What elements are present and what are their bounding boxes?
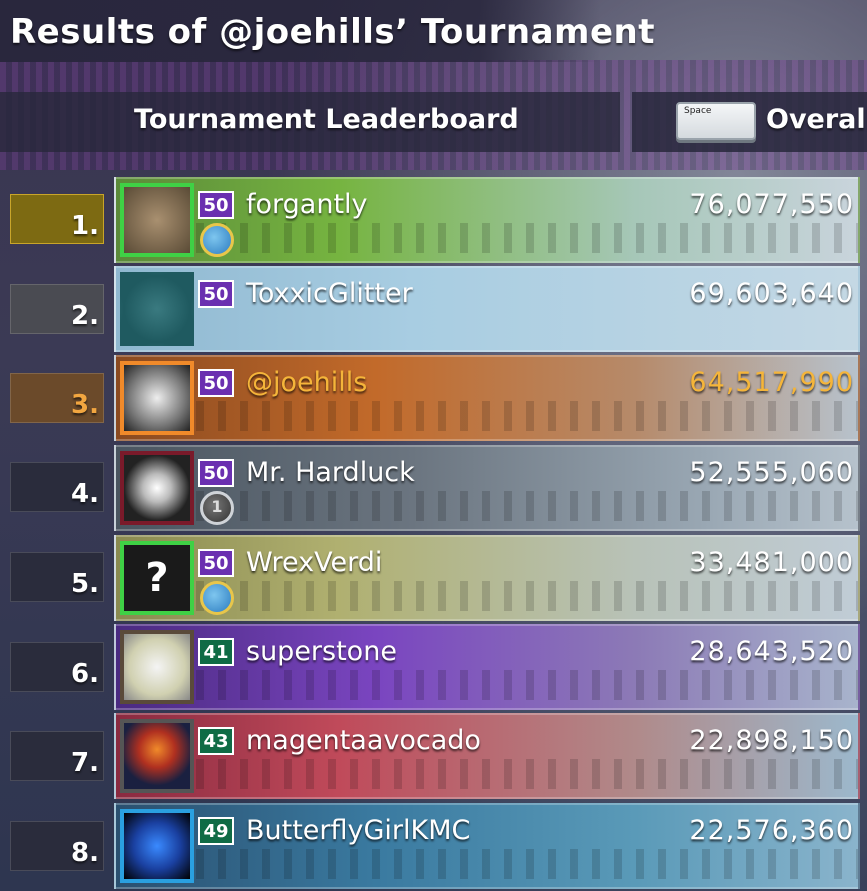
level-badge: 50 [198, 369, 234, 397]
level-badge: 50 [198, 280, 234, 308]
player-score: 33,481,000 [689, 547, 854, 578]
player-score: 69,603,640 [689, 278, 854, 309]
question-mark-icon: ? [120, 541, 194, 615]
skeleton-dice-icon [120, 361, 194, 435]
row-decoration [196, 759, 858, 789]
rank-number: 2. [71, 301, 99, 331]
rank-number: 8. [71, 838, 99, 868]
rank-box: 5. [10, 552, 104, 602]
rank-box: 7. [10, 731, 104, 781]
player-score: 22,576,360 [689, 815, 854, 846]
rank-box: 2. [10, 284, 104, 334]
rank-number: 5. [71, 569, 99, 599]
silver-1-badge-icon [200, 491, 234, 525]
player-name: magentaavocado [246, 725, 481, 756]
rank-box: 6. [10, 642, 104, 692]
rank-box: 4. [10, 462, 104, 512]
orange-orb-figure-icon [120, 719, 194, 793]
rank-box: 8. [10, 821, 104, 871]
level-badge: 50 [198, 549, 234, 577]
player-name: Mr. Hardluck [246, 457, 415, 488]
rank-box: 3. [10, 373, 104, 423]
row-decoration [196, 849, 858, 879]
player-score: 76,077,550 [689, 189, 854, 220]
skull-tophat-icon [120, 451, 194, 525]
player-score: 28,643,520 [689, 636, 854, 667]
level-badge: 43 [198, 727, 234, 755]
player-name: ButterflyGirlKMC [246, 815, 471, 846]
leaderboard-row[interactable]: ? 50 WrexVerdi 33,481,000 [114, 535, 860, 621]
key-hint-label: Space [684, 106, 712, 116]
leaderboard-row[interactable]: 43 magentaavocado 22,898,150 [114, 713, 860, 799]
rank-number: 1. [71, 211, 99, 241]
row-decoration [196, 401, 858, 431]
leaderboard-title: Tournament Leaderboard [134, 104, 519, 135]
level-badge: 41 [198, 638, 234, 666]
row-decoration [196, 491, 858, 521]
row-decoration [196, 670, 858, 700]
leaderboard-row[interactable]: 49 ButterflyGirlKMC 22,576,360 [114, 803, 860, 889]
player-name: ToxxicGlitter [246, 278, 413, 309]
leaderboard-row[interactable]: 41 superstone 28,643,520 [114, 624, 860, 710]
leaderboard-row[interactable]: 50 forgantly 76,077,550 [114, 177, 860, 263]
rank-box: 1. [10, 194, 104, 244]
blue-butterfly-icon [120, 809, 194, 883]
cartoon-characters-icon [120, 630, 194, 704]
page-title: Results of @joehills’ Tournament [10, 12, 655, 52]
space-key-icon: Space [676, 102, 756, 140]
rank-number: 3. [71, 390, 99, 420]
rank-number: 7. [71, 748, 99, 778]
leaderboard-row[interactable]: 50 ToxxicGlitter 69,603,640 [114, 266, 860, 352]
level-badge: 49 [198, 817, 234, 845]
overall-toggle-label[interactable]: Overall [766, 104, 867, 135]
rank-number: 4. [71, 479, 99, 509]
player-name: @joehills [246, 367, 368, 398]
player-name: forgantly [246, 189, 368, 220]
chest-monster-icon [120, 272, 194, 346]
leaderboard-row[interactable]: 50 Mr. Hardluck 52,555,060 [114, 445, 860, 531]
player-score: 22,898,150 [689, 725, 854, 756]
player-name: WrexVerdi [246, 547, 383, 578]
player-name: superstone [246, 636, 397, 667]
shark-badge-icon [200, 223, 234, 257]
row-decoration [196, 581, 858, 611]
level-badge: 50 [198, 191, 234, 219]
row-decoration [196, 223, 858, 253]
echidna-icon [120, 183, 194, 257]
shark-badge-icon [200, 581, 234, 615]
player-score: 52,555,060 [689, 457, 854, 488]
rank-number: 6. [71, 659, 99, 689]
level-badge: 50 [198, 459, 234, 487]
leaderboard-row[interactable]: 50 @joehills 64,517,990 [114, 355, 860, 441]
player-score: 64,517,990 [689, 367, 854, 398]
